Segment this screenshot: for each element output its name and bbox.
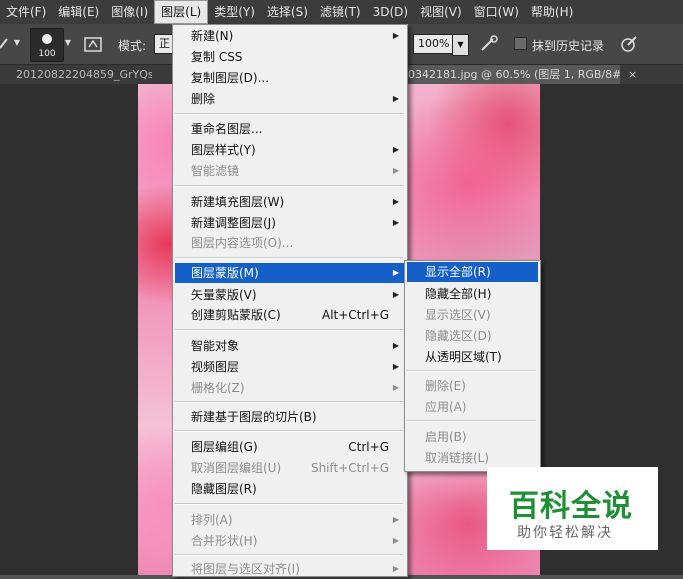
submenu-arrow-icon: ▶ (392, 31, 399, 40)
menu-item-combine-shapes[interactable]: 合并形状(H) ▶ (173, 531, 405, 551)
submenu-arrow-icon: ▶ (392, 290, 399, 299)
menu-item-create-clipping-mask[interactable]: 创建剪贴蒙版(C) Alt+Ctrl+G (173, 305, 405, 325)
submenu-item-delete[interactable]: 删除(E) (405, 376, 538, 396)
submenu-item-reveal-selection[interactable]: 显示选区(V) (405, 305, 538, 325)
menu-separator (175, 329, 403, 331)
menu-item-video-layer[interactable]: 视频图层 ▶ (173, 357, 405, 377)
menu-item-align-layers-to-selection[interactable]: 将图层与选区对齐(I) ▶ (173, 559, 405, 579)
watermark-title: 百科全说 (509, 489, 633, 524)
submenu-arrow-icon: ▶ (392, 536, 399, 545)
document-tab-2[interactable]: 0342181.jpg @ 60.5% (图层 1, RGB/8#) * (406, 65, 620, 84)
submenu-arrow-icon: ▶ (392, 218, 399, 227)
menu-file[interactable]: 文件(F) (0, 0, 52, 24)
menu-edit[interactable]: 编辑(E) (52, 0, 105, 24)
menu-image[interactable]: 图像(I) (105, 0, 154, 24)
zoom-flow-field[interactable]: 100% (413, 34, 457, 54)
submenu-arrow-icon: ▶ (392, 564, 399, 573)
mode-label: 模式: (118, 39, 147, 53)
history-checkbox-label: 抹到历史记录 (532, 39, 605, 53)
menu-item-duplicate-layer[interactable]: 复制图层(D)... (173, 68, 405, 88)
pressure-icon[interactable] (619, 34, 639, 54)
menu-item-smart-filter[interactable]: 智能滤镜 ▶ (173, 161, 405, 181)
menu-item-rename-layer[interactable]: 重命名图层... (173, 119, 405, 139)
menu-item-hide-layers[interactable]: 隐藏图层(R) (173, 479, 405, 499)
brush-panel-icon[interactable] (84, 35, 102, 53)
menu-item-new-layer-based-slice[interactable]: 新建基于图层的切片(B) (173, 407, 405, 427)
brush-size-value: 100 (38, 49, 56, 59)
submenu-item-hide-all[interactable]: 隐藏全部(H) (405, 284, 538, 304)
menu-separator (407, 370, 536, 372)
menu-item-layer-mask[interactable]: 图层蒙版(M) ▶ (175, 263, 405, 283)
menu-separator (175, 401, 403, 403)
submenu-arrow-icon: ▶ (392, 166, 399, 175)
menu-item-smart-object[interactable]: 智能对象 ▶ (173, 336, 405, 356)
layer-mask-submenu: 显示全部(R) 隐藏全部(H) 显示选区(V) 隐藏选区(D) 从透明区域(T)… (404, 260, 541, 472)
submenu-arrow-icon: ▶ (392, 515, 399, 524)
watermark-logo: 百科全说 助你轻松解决 (487, 467, 658, 550)
menu-item-ungroup-layers[interactable]: 取消图层编组(U) Shift+Ctrl+G (173, 458, 405, 478)
menu-separator (175, 430, 403, 432)
menu-window[interactable]: 窗口(W) (468, 0, 525, 24)
layer-menu-dropdown: 新建(N) ▶ 复制 CSS 复制图层(D)... 删除 ▶ 重命名图层... 图层… (172, 24, 408, 577)
menu-separator (175, 185, 403, 187)
menu-separator (175, 113, 403, 115)
submenu-item-hide-selection[interactable]: 隐藏选区(D) (405, 326, 538, 346)
menu-item-new-fill-layer[interactable]: 新建填充图层(W) ▶ (173, 192, 405, 212)
document-tab-1[interactable]: 20120822204859_GrYQs.jpe (16, 65, 152, 84)
menu-item-copy-css[interactable]: 复制 CSS (173, 47, 405, 67)
menu-item-new-adjustment-layer[interactable]: 新建调整图层(J) ▶ (173, 213, 405, 233)
submenu-item-enable[interactable]: 启用(B) (405, 427, 538, 447)
submenu-arrow-icon: ▶ (392, 362, 399, 371)
brush-dropdown-icon[interactable]: ▼ (63, 36, 73, 50)
menu-type[interactable]: 类型(Y) (208, 0, 261, 24)
brush-tip-icon (42, 34, 52, 44)
menu-layer[interactable]: 图层(L) (154, 0, 209, 24)
menu-item-group-layers[interactable]: 图层编组(G) Ctrl+G (173, 437, 405, 457)
menu-item-arrange[interactable]: 排列(A) ▶ (173, 510, 405, 530)
submenu-item-from-transparency[interactable]: 从透明区域(T) (405, 347, 538, 367)
airbrush-icon[interactable] (479, 35, 499, 53)
menu-separator (175, 503, 403, 505)
menu-separator (175, 554, 403, 556)
menu-select[interactable]: 选择(S) (261, 0, 314, 24)
submenu-arrow-icon: ▶ (392, 94, 399, 103)
submenu-item-reveal-all[interactable]: 显示全部(R) (407, 262, 538, 282)
menu-item-rasterize[interactable]: 栅格化(Z) ▶ (173, 378, 405, 398)
menu-3d[interactable]: 3D(D) (367, 0, 414, 24)
menu-separator (407, 420, 536, 422)
menu-bar: 文件(F) 编辑(E) 图像(I) 图层(L) 类型(Y) 选择(S) 滤镜(T… (0, 0, 683, 24)
menu-item-vector-mask[interactable]: 矢量蒙版(V) ▶ (173, 285, 405, 305)
menu-item-delete[interactable]: 删除 ▶ (173, 89, 405, 109)
tool-preset-icon[interactable] (0, 36, 8, 50)
menu-item-new[interactable]: 新建(N) ▶ (173, 26, 405, 46)
watermark-subtitle: 助你轻松解决 (517, 525, 613, 541)
submenu-arrow-icon: ▶ (392, 197, 399, 206)
tool-preset-dropdown-icon[interactable]: ▼ (12, 36, 22, 50)
menu-filter[interactable]: 滤镜(T) (314, 0, 367, 24)
menu-item-layer-style[interactable]: 图层样式(Y) ▶ (173, 140, 405, 160)
submenu-item-unlink[interactable]: 取消链接(L) (405, 448, 538, 468)
submenu-arrow-icon: ▶ (392, 383, 399, 392)
brush-preset-picker[interactable]: 100 (30, 28, 64, 62)
submenu-arrow-icon: ▶ (392, 341, 399, 350)
close-tab-icon[interactable]: × (628, 65, 637, 84)
menu-view[interactable]: 视图(V) (414, 0, 468, 24)
menu-item-layer-content-options[interactable]: 图层内容选项(O)... (173, 233, 405, 253)
menu-separator (175, 257, 403, 259)
menu-help[interactable]: 帮助(H) (525, 0, 579, 24)
submenu-item-apply[interactable]: 应用(A) (405, 397, 538, 417)
submenu-arrow-icon: ▶ (392, 145, 399, 154)
zoom-dropdown-button[interactable]: ▼ (452, 34, 469, 56)
submenu-arrow-icon: ▶ (392, 268, 399, 277)
history-checkbox[interactable] (514, 37, 527, 50)
